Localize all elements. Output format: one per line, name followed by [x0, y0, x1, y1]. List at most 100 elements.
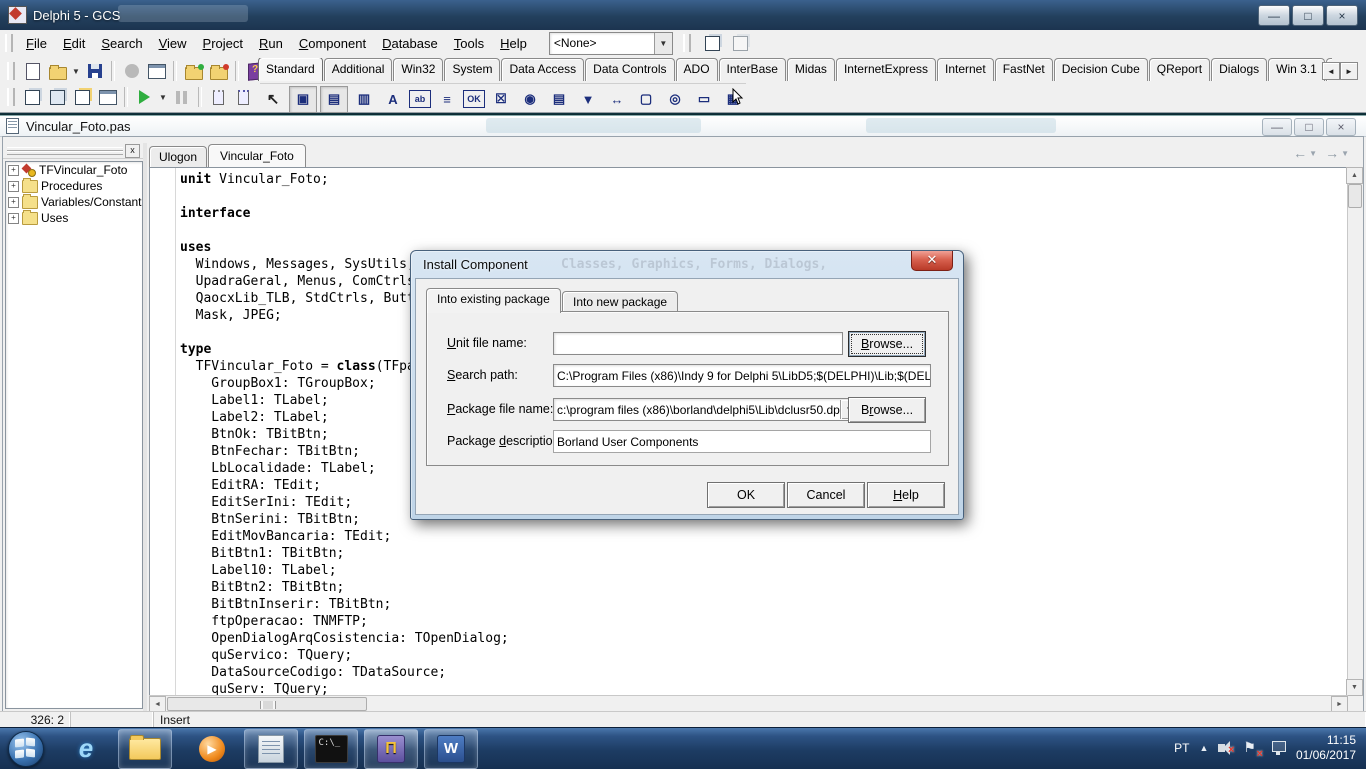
remove-from-project-button[interactable] — [206, 59, 231, 83]
package-file-name-combo[interactable]: c:\program files (x86)\borland\delphi5\L… — [553, 398, 860, 421]
menu-item-database[interactable]: Database — [374, 33, 446, 54]
taskbar-clock[interactable]: 11:15 01/06/2017 — [1296, 733, 1356, 763]
volume-muted-icon[interactable]: × — [1218, 744, 1227, 752]
new-button[interactable] — [20, 59, 45, 83]
taskbar-word-button[interactable]: W — [424, 729, 478, 769]
minimize-button[interactable]: — — [1258, 5, 1290, 26]
toggle-form-unit-button[interactable] — [70, 85, 95, 109]
palette-tab-fastnet[interactable]: FastNet — [995, 58, 1053, 81]
palette-scroll-left-icon[interactable]: ◄ — [1322, 62, 1340, 80]
mainmenu-component-icon[interactable]: ▤ — [320, 86, 348, 113]
palette-tab-interbase[interactable]: InterBase — [719, 58, 786, 81]
radiobutton-component-icon[interactable]: ◉ — [517, 87, 543, 112]
taskbar-delphi-button[interactable]: Π — [364, 729, 418, 769]
tab-into-existing-package[interactable]: Into existing package — [426, 288, 561, 313]
run-dropdown[interactable]: ▼ — [157, 85, 169, 109]
palette-tab-dialogs[interactable]: Dialogs — [1211, 58, 1267, 81]
explorer-header[interactable]: x — [3, 143, 143, 159]
trace-into-button[interactable] — [206, 85, 231, 109]
open-project-button[interactable] — [144, 59, 169, 83]
open-button[interactable] — [45, 59, 70, 83]
cancel-button[interactable]: Cancel — [787, 482, 865, 508]
maximize-button[interactable]: □ — [1292, 5, 1324, 26]
navigate-back-icon[interactable]: ← — [1293, 145, 1307, 161]
browse-package-button[interactable]: Browse... — [848, 397, 926, 423]
tree-item-tfvincular-foto[interactable]: +TFVincular_Foto — [6, 162, 142, 178]
unit-file-name-input[interactable] — [553, 332, 843, 355]
menu-item-file[interactable]: File — [18, 33, 55, 54]
menu-item-component[interactable]: Component — [291, 33, 374, 54]
groupbox-component-icon[interactable]: ▢ — [633, 87, 659, 112]
save-desktop-button[interactable] — [730, 32, 752, 54]
palette-tab-qreport[interactable]: QReport — [1149, 58, 1210, 81]
menu-item-tools[interactable]: Tools — [446, 33, 492, 54]
explorer-close-icon[interactable]: x — [125, 144, 140, 158]
editor-close-button[interactable]: × — [1326, 118, 1356, 136]
main-window-titlebar[interactable]: Delphi 5 - GCS — □ × — [0, 0, 1366, 30]
editor-minimize-button[interactable]: — — [1262, 118, 1292, 136]
forward-dropdown-icon[interactable]: ▼ — [1341, 149, 1349, 158]
editor-maximize-button[interactable]: □ — [1294, 118, 1324, 136]
label-component-icon[interactable]: A — [380, 87, 406, 112]
toolbar-gripper[interactable] — [683, 34, 691, 52]
menu-item-edit[interactable]: Edit — [55, 33, 93, 54]
menu-item-help[interactable]: Help — [492, 33, 535, 54]
pause-button-disabled[interactable] — [169, 85, 194, 109]
desktop-speedsetting-combo[interactable]: <None> ▼ — [549, 32, 673, 55]
tree-item-variables-constants[interactable]: +Variables/Constants — [6, 194, 142, 210]
editor-tab-vincular_foto[interactable]: Vincular_Foto — [208, 144, 306, 167]
palette-tab-ado[interactable]: ADO — [676, 58, 718, 81]
taskbar-notepad-button[interactable] — [244, 729, 298, 769]
editor-titlebar[interactable]: Vincular_Foto.pas — □ × — [0, 116, 1366, 137]
palette-tab-system[interactable]: System — [444, 58, 500, 81]
combobox-component-icon[interactable]: ▼ — [575, 87, 601, 112]
edit-component-icon[interactable]: ab — [409, 90, 431, 108]
ok-button[interactable]: OK — [707, 482, 785, 508]
taskbar-cmd-button[interactable]: C:\_ — [304, 729, 358, 769]
toolbar-gripper[interactable] — [5, 34, 13, 52]
menu-item-view[interactable]: View — [151, 33, 195, 54]
palette-tab-win-3-1[interactable]: Win 3.1 — [1268, 58, 1325, 81]
pointer-tool-icon[interactable]: ↖ — [260, 87, 286, 112]
memo-component-icon[interactable]: ≡ — [434, 87, 460, 112]
tree-item-uses[interactable]: +Uses — [6, 210, 142, 226]
add-desktop-button[interactable] — [702, 32, 724, 54]
palette-tab-internetexpress[interactable]: InternetExpress — [836, 58, 936, 81]
save-button[interactable] — [82, 59, 107, 83]
view-form-button[interactable] — [45, 85, 70, 109]
radiogroup-component-icon[interactable]: ◎ — [662, 87, 688, 112]
close-button[interactable]: × — [1326, 5, 1358, 26]
scroll-up-icon[interactable]: ▲ — [1346, 167, 1363, 184]
vscroll-thumb[interactable] — [1348, 184, 1362, 208]
taskbar-explorer-button[interactable] — [118, 729, 172, 769]
panel-component-icon[interactable]: ▭ — [691, 87, 717, 112]
menu-item-search[interactable]: Search — [93, 33, 150, 54]
menu-item-project[interactable]: Project — [195, 33, 251, 54]
chevron-down-icon[interactable]: ▼ — [654, 33, 672, 54]
browse-unit-button[interactable]: Browse... — [848, 331, 926, 357]
tree-expand-icon[interactable]: + — [8, 165, 19, 176]
frames-component-icon[interactable]: ▣ — [289, 86, 317, 113]
language-indicator[interactable]: PT — [1174, 741, 1189, 755]
add-to-project-button[interactable] — [181, 59, 206, 83]
tree-expand-icon[interactable]: + — [8, 197, 19, 208]
palette-tab-additional[interactable]: Additional — [324, 58, 393, 81]
checkbox-component-icon[interactable]: ☒ — [488, 87, 514, 112]
action-center-flag-icon[interactable]: ⚑× — [1243, 739, 1256, 756]
step-over-button[interactable] — [231, 85, 256, 109]
button-component-icon[interactable]: OK — [463, 90, 485, 108]
tree-expand-icon[interactable]: + — [8, 181, 19, 192]
tree-expand-icon[interactable]: + — [8, 213, 19, 224]
start-button[interactable] — [4, 730, 48, 768]
listbox-component-icon[interactable]: ▤ — [546, 87, 572, 112]
network-icon[interactable] — [1272, 744, 1286, 752]
palette-tab-decision-cube[interactable]: Decision Cube — [1054, 58, 1148, 81]
dialog-close-icon[interactable]: ✕ — [911, 251, 953, 271]
tree-item-procedures[interactable]: +Procedures — [6, 178, 142, 194]
help-button[interactable]: Help — [867, 482, 945, 508]
palette-tab-internet[interactable]: Internet — [937, 58, 994, 81]
open-dropdown[interactable]: ▼ — [70, 59, 82, 83]
taskbar-wmp-button[interactable]: ▶ — [186, 730, 238, 768]
dialog-titlebar[interactable]: Install Component Classes, Graphics, For… — [411, 251, 963, 278]
tab-into-new-package[interactable]: Into new package — [562, 291, 678, 313]
